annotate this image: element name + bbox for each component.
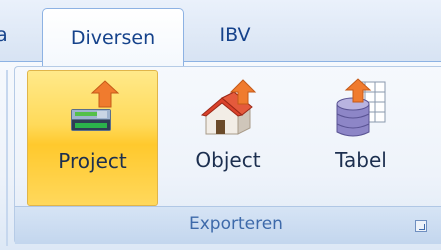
export-object-icon <box>200 79 257 135</box>
export-project-button[interactable]: Project <box>27 70 158 206</box>
tab-previous[interactable]: a <box>0 8 14 62</box>
tab-ibv[interactable]: IBV <box>200 8 270 62</box>
tab-previous-label: a <box>0 24 8 46</box>
dialog-launcher-icon[interactable] <box>415 220 427 232</box>
export-table-icon <box>336 78 386 137</box>
export-object-button[interactable]: Object <box>174 70 282 206</box>
tab-diversen-label: Diversen <box>70 26 156 49</box>
export-table-button[interactable]: Tabel <box>305 70 417 206</box>
previous-group-edge <box>6 70 8 246</box>
tab-ibv-label: IBV <box>219 24 251 46</box>
group-title: Exporteren <box>189 214 283 234</box>
export-object-label: Object <box>195 148 261 172</box>
export-project-icon <box>70 80 119 131</box>
group-label-bar: Exporteren <box>15 206 441 244</box>
export-project-label: Project <box>58 149 127 173</box>
export-table-label: Tabel <box>335 148 387 172</box>
ribbon: a IBV Diversen Project Object Tabel Expo… <box>0 0 441 250</box>
tab-diversen[interactable]: Diversen <box>42 8 184 66</box>
